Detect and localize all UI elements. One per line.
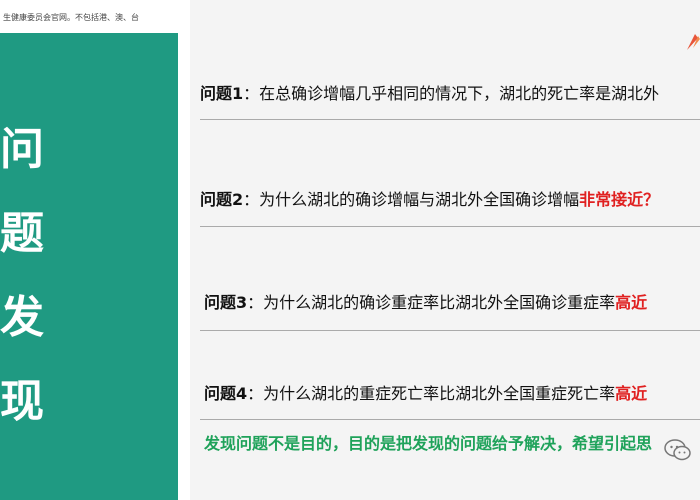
panel-gap bbox=[178, 0, 190, 500]
question-1-colon: ： bbox=[243, 84, 260, 103]
red-arrow-icon bbox=[687, 34, 700, 50]
side-title-char-4: 现 bbox=[0, 376, 44, 427]
question-4-number: 问题4 bbox=[204, 384, 248, 403]
question-3-colon: ： bbox=[247, 293, 264, 312]
question-3-text: 为什么湖北的确诊重症率比湖北外全国确诊重症率 bbox=[263, 293, 616, 312]
question-3: 问题3：为什么湖北的确诊重症率比湖北外全国确诊重症率高近 bbox=[204, 289, 647, 313]
question-2-highlight: 非常接近？ bbox=[579, 190, 660, 209]
source-note: 生健康委员会官网。不包括港、澳、台 bbox=[3, 13, 139, 22]
question-4: 问题4：为什么湖北的重症死亡率比湖北外全国重症死亡率高近 bbox=[204, 380, 647, 404]
question-3-number: 问题3 bbox=[204, 293, 248, 312]
question-4-colon: ： bbox=[247, 384, 264, 403]
question-1-number: 问题1 bbox=[200, 84, 244, 103]
main-panel: 问题1：在总确诊增幅几乎相同的情况下，湖北的死亡率是湖北外 问题2：为什么湖北的… bbox=[190, 0, 700, 500]
question-2-number: 问题2 bbox=[200, 190, 244, 209]
question-1-text: 在总确诊增幅几乎相同的情况下，湖北的死亡率是湖北外 bbox=[259, 84, 660, 103]
question-2: 问题2：为什么湖北的确诊增幅与湖北外全国确诊增幅非常接近？ bbox=[200, 186, 659, 210]
question-2-text: 为什么湖北的确诊增幅与湖北外全国确诊增幅 bbox=[259, 190, 580, 209]
divider-3 bbox=[200, 330, 700, 331]
side-title-char-3: 发 bbox=[0, 292, 44, 343]
question-2-colon: ： bbox=[243, 190, 260, 209]
question-1: 问题1：在总确诊增幅几乎相同的情况下，湖北的死亡率是湖北外 bbox=[200, 80, 659, 104]
left-panel: 生健康委员会官网。不包括港、澳、台 问 题 发 现 bbox=[0, 0, 178, 500]
question-3-highlight: 高近 bbox=[615, 293, 648, 312]
divider-4 bbox=[200, 419, 700, 420]
side-title-char-2: 题 bbox=[0, 208, 44, 259]
divider-1 bbox=[200, 119, 700, 120]
question-4-text: 为什么湖北的重症死亡率比湖北外全国重症死亡率 bbox=[263, 384, 616, 403]
side-title-char-1: 问 bbox=[0, 124, 44, 175]
wechat-icon bbox=[664, 439, 691, 461]
divider-2 bbox=[200, 226, 700, 227]
conclusion-text: 发现问题不是目的，目的是把发现的问题给予解决，希望引起思 bbox=[204, 434, 653, 453]
question-4-highlight: 高近 bbox=[615, 384, 648, 403]
source-strip: 生健康委员会官网。不包括港、澳、台 bbox=[0, 0, 178, 33]
